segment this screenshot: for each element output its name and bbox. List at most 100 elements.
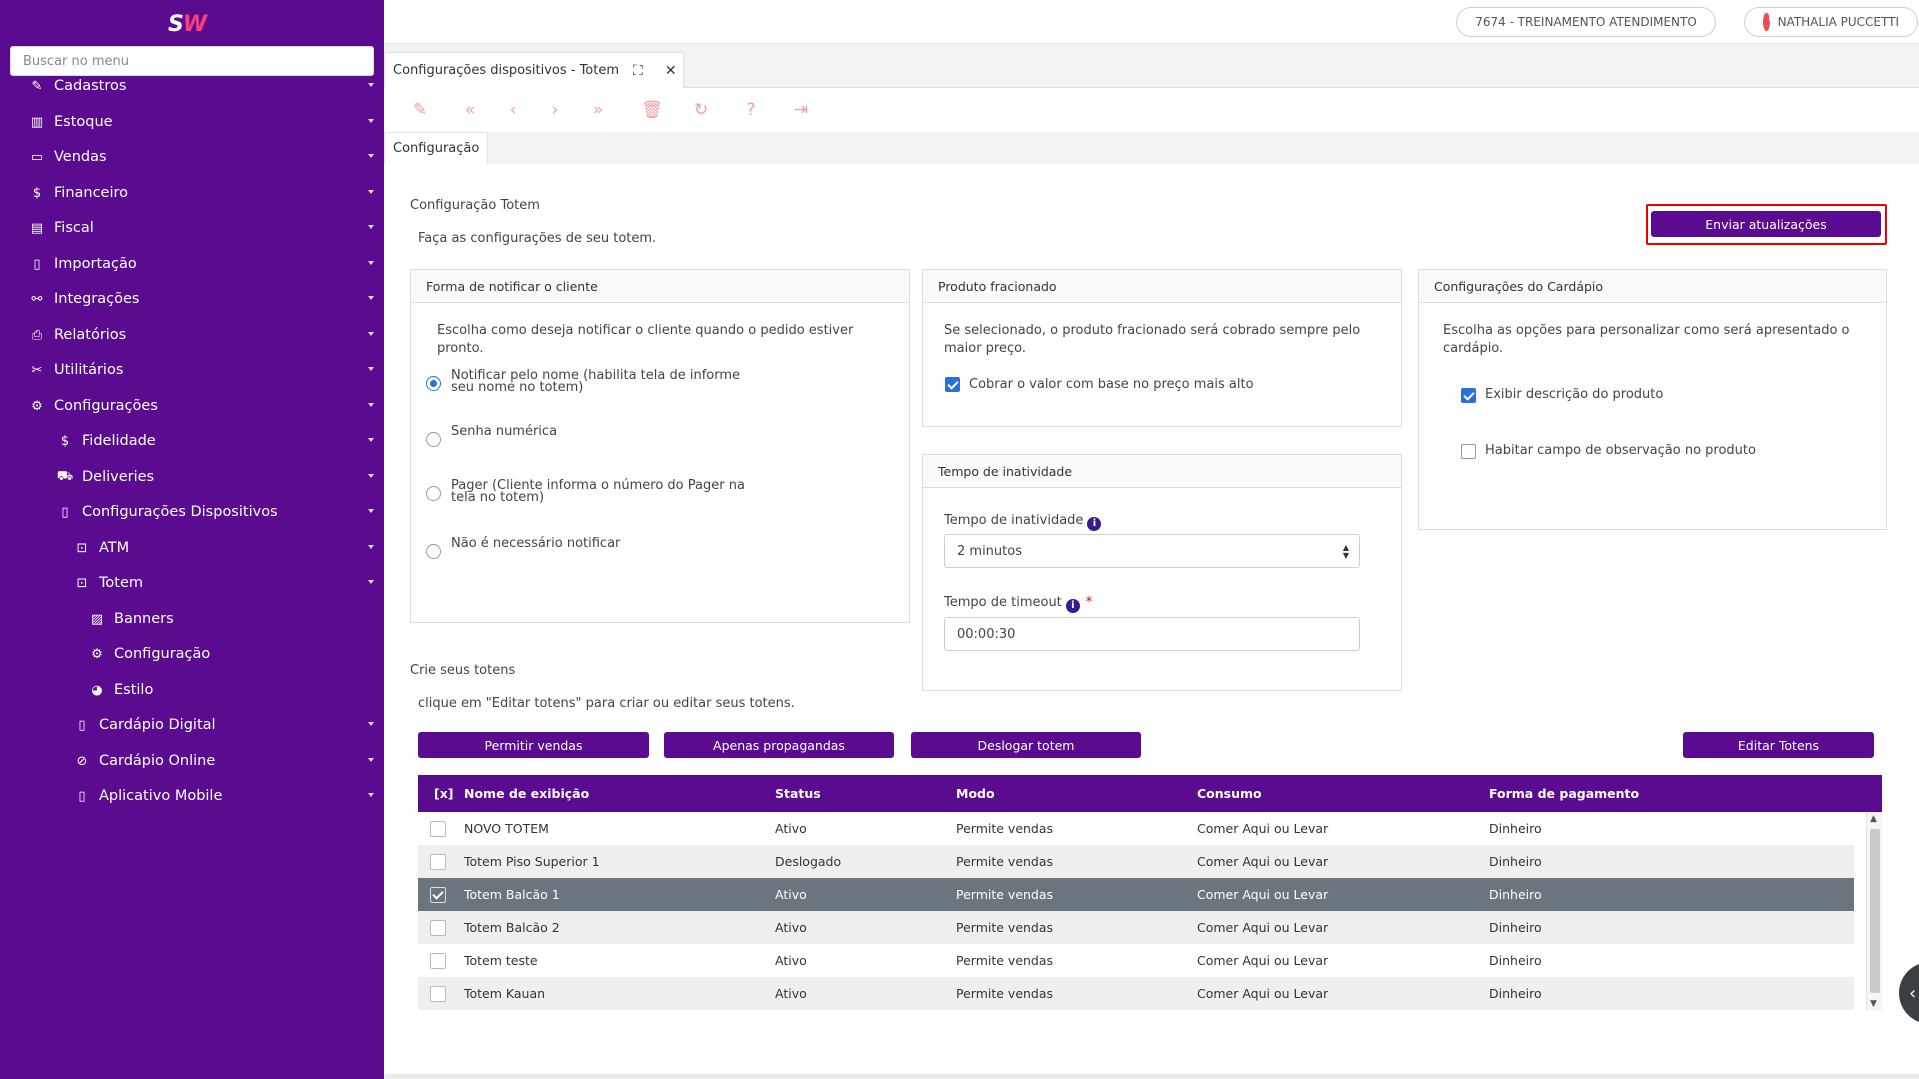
row-checkbox[interactable] [430,953,446,969]
edit-totens-button[interactable]: Editar Totens [1683,732,1874,758]
sidebar-item-cadastros[interactable]: ✎ Cadastros [0,66,384,106]
menu-icon: ▭ [30,149,44,165]
column-header[interactable]: Status [775,775,821,812]
sidebar-item-estilo[interactable]: ◕ Estilo [0,670,384,710]
sidebar-item-aplicativo-mobile[interactable]: ▯ Aplicativo Mobile [0,776,384,816]
row-checkbox[interactable] [430,986,446,1002]
table-row[interactable]: Totem teste Ativo Permite vendas Comer Aqui… [418,944,1854,977]
row-checkbox[interactable] [430,854,446,870]
sidebar-item-fidelidade[interactable]: $ Fidelidade [0,421,384,461]
scroll-up-icon[interactable]: ▲ [1870,814,1877,824]
menu-icon: ◕ [91,682,103,698]
sidebar-item-importa-o[interactable]: ▯ Importação [0,244,384,284]
sidebar-item-configura-es[interactable]: ⚙ Configurações [0,386,384,426]
sidebar-item-fiscal[interactable]: ▤ Fiscal [0,208,384,248]
column-header[interactable]: [x] [434,775,454,812]
collapse-panel-button[interactable]: ‹ [1899,962,1919,1024]
scroll-thumb[interactable] [1870,829,1880,993]
menu-icon: ⊘ [76,753,88,769]
sidebar-item-totem[interactable]: ⊡ Totem [0,563,384,603]
exit-icon[interactable]: ⇥ [789,98,813,122]
company-selector[interactable]: 7674 - TREINAMENTO ATENDIMENTO [1456,7,1716,37]
notify-option-radio[interactable] [426,544,441,559]
logout-totem-button[interactable]: Deslogar totem [911,732,1141,758]
row-checkbox[interactable] [430,887,446,903]
fraction-desc: Se selecionado, o produto fracionado ser… [944,323,1361,356]
table-cell-consumption: Comer Aqui ou Levar [1197,854,1329,869]
column-header[interactable]: Modo [956,775,995,812]
delete-icon[interactable]: 🗑 [640,98,664,122]
sidebar-item-label: Configurações Dispositivos [82,504,278,520]
inactivity-panel: Tempo de inatividade Tempo de inatividad… [922,454,1402,691]
inactivity-select[interactable]: 2 minutos ▲ ▼ [944,534,1360,568]
close-icon[interactable]: ✕ [665,63,677,79]
info-icon[interactable]: i [1087,517,1102,531]
sidebar-item-utilit-rios[interactable]: ✂ Utilitários [0,350,384,390]
sidebar-item-label: Totem [99,575,143,591]
sidebar-item-vendas[interactable]: ▭ Vendas [0,137,384,177]
next-icon[interactable]: › [543,98,567,122]
table-cell-status: Ativo [775,953,807,968]
row-checkbox[interactable] [430,920,446,936]
sidebar-item-estoque[interactable]: ▥ Estoque [0,102,384,142]
allow-sales-button[interactable]: Permitir vendas [418,732,649,758]
sidebar-item-relat-rios[interactable]: ⎙ Relatórios [0,315,384,355]
table-scrollbar[interactable]: ▲ ▼ [1866,812,1882,1011]
table-cell-status: Deslogado [775,854,842,869]
notify-panel-header: Forma de notificar o cliente [411,270,909,303]
tab-configuracoes-dispositivos-totem[interactable]: Configurações dispositivos - Totem ⛶ ✕ [384,52,684,88]
menu-option-label: Habitar campo de observação no produto [1485,443,1756,458]
sidebar-item-label: Banners [114,611,174,627]
info-icon[interactable]: i [1065,599,1080,613]
table-row[interactable]: Totem Balcão 2 Ativo Permite vendas Comer A… [418,911,1854,944]
sidebar-item-card-pio-online[interactable]: ⊘ Cardápio Online [0,741,384,781]
help-icon[interactable]: ? [739,98,763,122]
edit-icon[interactable]: ✎ [408,98,432,122]
sidebar-item-configura-es-dispositivos[interactable]: ▯ Configurações Dispositivos [0,492,384,532]
timeout-input[interactable]: 00:00:30 [944,617,1360,651]
row-checkbox[interactable] [430,821,446,837]
table-row[interactable]: Totem Piso Superior 1 Deslogado Permite ve… [418,845,1854,878]
ads-only-button[interactable]: Apenas propagandas [664,732,894,758]
last-icon[interactable]: » [586,98,610,122]
refresh-icon[interactable]: ↻ [689,98,713,122]
scroll-down-icon[interactable]: ▼ [1870,999,1877,1009]
sidebar-item-integra-es[interactable]: ⚯ Integrações [0,279,384,319]
app-logo[interactable]: SW [168,12,207,37]
sidebar-item-banners[interactable]: ▨ Banners [0,599,384,639]
notify-option-radio[interactable] [426,376,441,391]
bottom-bar [384,1074,1919,1079]
send-updates-button[interactable]: Enviar atualizações [1651,211,1881,237]
notify-panel: Forma de notificar o cliente Escolha com… [410,269,910,623]
table-cell-payment: Dinheiro [1489,821,1542,836]
sidebar-item-atm[interactable]: ⊡ ATM [0,528,384,568]
charge-highest-price-label: Cobrar o valor com base no preço mais al… [969,377,1254,392]
sidebar-item-configura-o[interactable]: ⚙ Configuração [0,634,384,674]
sidebar-item-card-pio-digital[interactable]: ▯ Cardápio Digital [0,705,384,745]
menu-icon: ✂ [31,362,43,378]
notify-option-radio[interactable] [426,486,441,501]
tab-configuracao[interactable]: Configuração [384,132,488,164]
prev-icon[interactable]: ‹ [501,98,525,122]
table-row[interactable]: Totem Kauan Ativo Permite vendas Comer Aqui… [418,977,1854,1010]
column-header[interactable]: Consumo [1197,775,1262,812]
table-cell-consumption: Comer Aqui ou Levar [1197,887,1329,902]
notify-option-radio[interactable] [426,432,441,447]
menu-option-checkbox[interactable] [1461,388,1476,403]
user-menu[interactable]: NATHALIA PUCCETTI [1744,7,1918,37]
expand-icon[interactable]: ⛶ [633,63,643,79]
sidebar-item-label: Configurações [54,398,158,414]
column-header[interactable]: Forma de pagamento [1489,775,1639,812]
inactivity-label: Tempo de inatividade i [944,512,1102,531]
sidebar-item-deliveries[interactable]: ⛟ Deliveries [0,457,384,497]
sidebar-item-financeiro[interactable]: $ Financeiro [0,173,384,213]
table-row[interactable]: Totem Balcão 1 Ativo Permite vendas Comer A… [418,878,1854,911]
column-header[interactable]: Nome de exibição [464,775,589,812]
menu-option-checkbox[interactable] [1461,444,1476,459]
table-row[interactable]: NOVO TOTEM Ativo Permite vendas Comer Aqui … [418,812,1854,845]
table-cell-name: Totem teste [464,953,538,968]
table-cell-name: Totem Balcão 1 [464,887,560,902]
first-icon[interactable]: « [458,98,482,122]
sidebar: SW ✎ Cadastros ▥ Estoque ▭ Vendas $ Financeiro ▤… [0,0,384,1079]
charge-highest-price-checkbox[interactable] [945,377,960,392]
